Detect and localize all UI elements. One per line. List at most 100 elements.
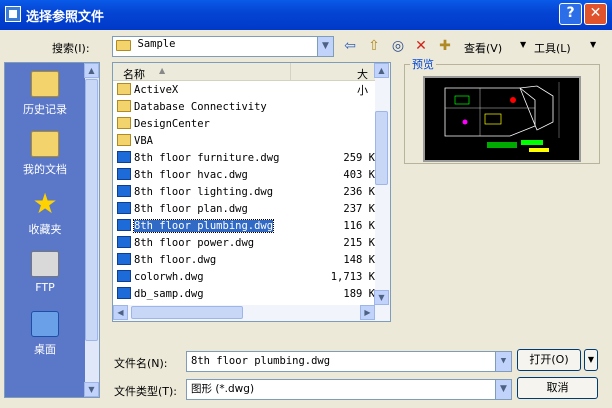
back-arrow-icon[interactable]: ⇦ [340, 36, 360, 56]
scroll-left-icon[interactable]: ◀ [113, 305, 128, 320]
file-name: colorwh.dwg [134, 271, 204, 283]
file-size: 403 K [343, 169, 375, 181]
open-button[interactable]: 打开(O) [517, 349, 581, 371]
filename-label: 文件名(N): [114, 357, 168, 370]
dwg-file-icon [117, 270, 131, 282]
dwg-file-icon [117, 151, 131, 163]
chevron-down-icon[interactable]: ▼ [495, 352, 511, 371]
file-row[interactable]: 8th floor furniture.dwg 259 K [117, 150, 375, 167]
folder-icon [117, 100, 131, 112]
chevron-down-icon[interactable]: ▼ [520, 40, 526, 49]
file-name: DesignCenter [134, 118, 210, 130]
file-row[interactable]: 8th floor plan.dwg 237 K [117, 201, 375, 218]
up-folder-icon[interactable]: ⇧ [364, 36, 384, 56]
place-history-folder[interactable]: 历史记录 [5, 71, 85, 117]
scroll-up-icon[interactable]: ▲ [84, 63, 99, 78]
file-size: 116 K [343, 220, 375, 232]
filename-input[interactable]: 8th floor plumbing.dwg ▼ [186, 351, 512, 372]
file-name: 8th floor furniture.dwg [134, 152, 280, 164]
file-name: 8th floor.dwg [134, 254, 217, 266]
places-bar: 历史记录我的文档 ★ 收藏夹 FTP 桌面 ▲ ▼ [4, 62, 100, 398]
file-row[interactable]: 8th floor.dwg 148 K [117, 252, 375, 269]
view-menu[interactable]: 查看(V) [464, 40, 502, 56]
folder-icon [116, 40, 131, 51]
file-list[interactable]: 名称 ▲ 大小 ActiveX Database Connectivity Desi… [112, 62, 391, 322]
scroll-thumb[interactable] [131, 306, 243, 319]
folder-icon [117, 83, 131, 95]
file-size: 189 K [343, 288, 375, 300]
tools-menu[interactable]: 工具(L) [534, 40, 571, 56]
dwg-file-icon [117, 219, 131, 231]
favorites-star-icon: ★ [32, 187, 58, 220]
scroll-right-icon[interactable]: ▶ [360, 305, 375, 320]
folder-icon [117, 134, 131, 146]
history-folder-icon [31, 71, 59, 97]
file-row[interactable]: 8th floor hvac.dwg 403 K [117, 167, 375, 184]
new-folder-icon[interactable]: ✚ [435, 36, 455, 56]
search-web-icon[interactable]: ◎ [388, 36, 408, 56]
file-row[interactable]: 8th floor plumbing.dwg 116 K [117, 218, 375, 235]
folder-row[interactable]: VBA [117, 133, 375, 150]
file-size: 148 K [343, 254, 375, 266]
scroll-thumb[interactable] [375, 111, 388, 185]
scroll-down-icon[interactable]: ▼ [374, 290, 389, 305]
file-name: 8th floor hvac.dwg [134, 169, 248, 181]
folder-row[interactable]: Database Connectivity [117, 99, 375, 116]
file-name: ActiveX [134, 84, 179, 96]
column-header-name[interactable]: 名称 ▲ [113, 63, 291, 81]
places-scrollbar[interactable]: ▲ ▼ [84, 63, 99, 397]
file-name: 8th floor power.dwg [134, 237, 255, 249]
column-header-size[interactable]: 大小 [291, 63, 377, 97]
file-name: 8th floor plumbing.dwg [132, 219, 275, 233]
folder-row[interactable]: DesignCenter [117, 116, 375, 133]
place-label: 我的文档 [23, 163, 67, 176]
file-row[interactable]: 8th floor power.dwg 215 K [117, 235, 375, 252]
file-name: db_samp.dwg [134, 288, 204, 300]
place-favorites-star[interactable]: ★ 收藏夹 [5, 187, 85, 237]
dwg-file-icon [117, 253, 131, 265]
search-location-value: Sample [137, 38, 176, 50]
search-location-combo[interactable]: Sample ▼ [112, 36, 334, 57]
file-name: 8th floor plan.dwg [134, 203, 248, 215]
dwg-file-icon [117, 287, 131, 299]
file-size: 237 K [343, 203, 375, 215]
open-options-dropdown[interactable]: ▼ [584, 349, 598, 371]
file-name: 8th floor lighting.dwg [134, 186, 274, 198]
dwg-file-icon [117, 202, 131, 214]
chevron-down-icon[interactable]: ▼ [590, 40, 596, 49]
help-button[interactable]: ? [559, 3, 582, 25]
chevron-down-icon[interactable]: ▼ [317, 37, 333, 56]
chevron-down-icon[interactable]: ▼ [495, 380, 511, 399]
file-row[interactable]: colorwh.dwg 1,713 K [117, 269, 375, 286]
file-size: 236 K [343, 186, 375, 198]
filetype-label: 文件类型(T): [114, 385, 178, 398]
place-ftp[interactable]: FTP [5, 251, 85, 294]
file-list-hscrollbar[interactable]: ◀ ▶ [113, 305, 375, 321]
scroll-up-icon[interactable]: ▲ [374, 63, 389, 78]
dwg-file-icon [117, 168, 131, 180]
close-button[interactable]: ✕ [584, 3, 607, 25]
delete-icon[interactable]: ✕ [411, 36, 431, 56]
cancel-button[interactable]: 取消 [517, 377, 598, 399]
file-size: 215 K [343, 237, 375, 249]
scroll-thumb[interactable] [85, 79, 98, 341]
my-documents-icon [31, 131, 59, 157]
sort-arrow-icon: ▲ [159, 66, 166, 75]
file-row[interactable]: db_samp.dwg 189 K [117, 286, 375, 303]
filetype-select[interactable]: 图形 (*.dwg) ▼ [186, 379, 512, 400]
dwg-file-icon [117, 185, 131, 197]
title-bar[interactable]: 选择参照文件 ? ✕ [0, 0, 612, 30]
place-label: FTP [35, 281, 55, 294]
file-row[interactable]: 8th floor lighting.dwg 236 K [117, 184, 375, 201]
scroll-down-icon[interactable]: ▼ [84, 382, 99, 397]
folder-row[interactable]: ActiveX [117, 82, 375, 99]
app-icon [5, 6, 21, 22]
floor-plan-thumbnail [425, 78, 579, 160]
place-desktop[interactable]: 桌面 [5, 311, 85, 357]
place-label: 收藏夹 [28, 223, 62, 236]
place-my-documents[interactable]: 我的文档 [5, 131, 85, 177]
file-list-vscrollbar[interactable]: ▲ ▼ [374, 63, 390, 321]
dwg-file-icon [117, 236, 131, 248]
window-title: 选择参照文件 [26, 10, 105, 25]
desktop-icon [31, 311, 59, 337]
